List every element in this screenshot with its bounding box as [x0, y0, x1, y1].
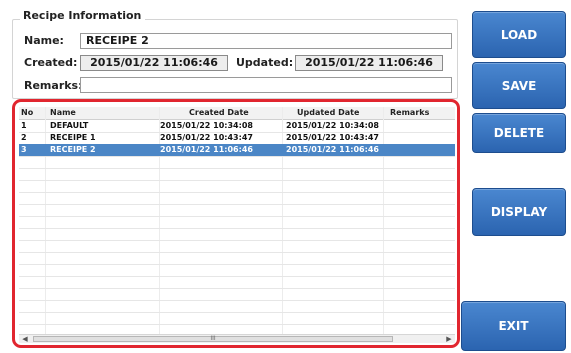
cell-created: 2015/01/22 10:43:47 [160, 133, 253, 142]
column-header-created[interactable]: Created Date [189, 107, 249, 119]
delete-button[interactable]: DELETE [472, 113, 566, 153]
cell-updated: 2015/01/22 11:06:46 [286, 145, 379, 154]
cell-created: 2015/01/22 10:34:08 [160, 121, 253, 130]
save-button[interactable]: SAVE [472, 62, 566, 109]
column-header-updated[interactable]: Updated Date [297, 107, 359, 119]
cell-no: 1 [21, 121, 27, 130]
cell-updated: 2015/01/22 10:34:08 [286, 121, 379, 130]
table-body: 1 DEFAULT 2015/01/22 10:34:08 2015/01/22… [19, 120, 455, 334]
name-field[interactable]: RECEIPE 2 [80, 33, 452, 49]
scroll-thumb[interactable]: III [33, 336, 393, 342]
exit-button[interactable]: EXIT [461, 301, 566, 351]
remarks-field[interactable] [80, 77, 452, 93]
horizontal-scrollbar[interactable]: ◀ III ▶ [19, 334, 455, 343]
display-button[interactable]: DISPLAY [472, 188, 566, 236]
table-header: No Name Created Date Updated Date Remark… [19, 107, 455, 120]
cell-no: 2 [21, 133, 27, 142]
scroll-left-icon[interactable]: ◀ [19, 335, 31, 343]
recipe-table[interactable]: No Name Created Date Updated Date Remark… [12, 99, 460, 348]
created-label: Created: [24, 56, 78, 69]
cell-name: RECEIPE 2 [50, 145, 96, 154]
empty-row [19, 312, 455, 325]
column-header-name[interactable]: Name [50, 107, 76, 119]
column-header-remarks[interactable]: Remarks [390, 107, 429, 119]
cell-updated: 2015/01/22 10:43:47 [286, 133, 379, 142]
scroll-right-icon[interactable]: ▶ [443, 335, 455, 343]
updated-label: Updated: [236, 56, 294, 69]
created-field: 2015/01/22 11:06:46 [80, 55, 228, 71]
cell-created: 2015/01/22 11:06:46 [160, 145, 253, 154]
remarks-label: Remarks: [24, 79, 83, 92]
recipe-info-title: Recipe Information [20, 9, 146, 23]
column-header-no[interactable]: No [21, 107, 33, 119]
cell-name: DEFAULT [50, 121, 89, 130]
cell-no: 3 [21, 145, 27, 154]
name-label: Name: [24, 34, 64, 47]
updated-field: 2015/01/22 11:06:46 [295, 55, 443, 71]
load-button[interactable]: LOAD [472, 11, 566, 58]
cell-name: RECEIPE 1 [50, 133, 96, 142]
